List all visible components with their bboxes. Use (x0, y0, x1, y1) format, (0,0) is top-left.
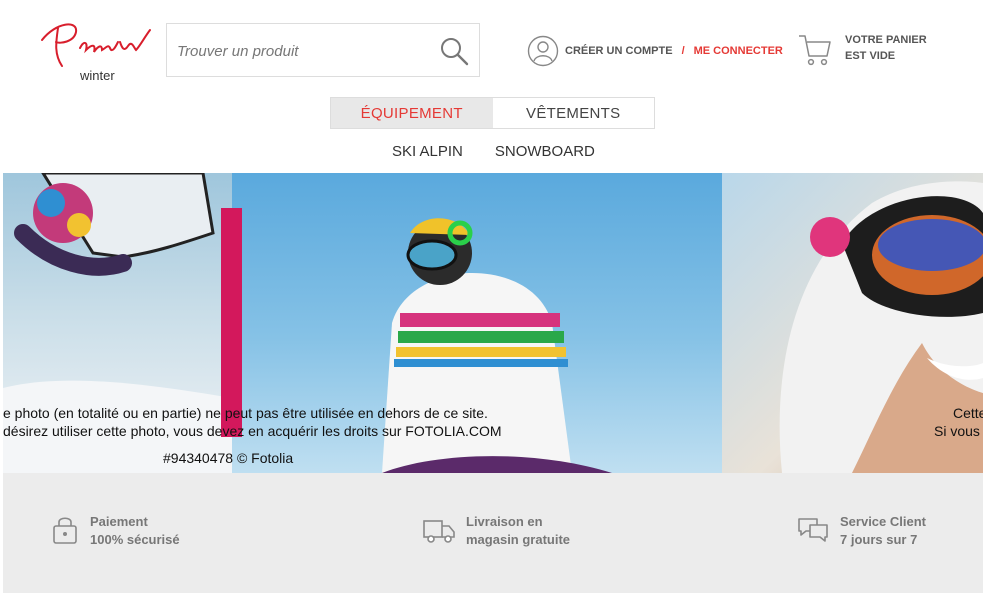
login-link[interactable]: ME CONNECTER (694, 45, 783, 57)
lock-icon (53, 517, 77, 544)
hero-banner[interactable]: e photo (en totalité ou en partie) ne pe… (3, 173, 983, 473)
search-input[interactable] (175, 38, 429, 64)
feature-service: Service Client 7 jours sur 7 (796, 513, 926, 549)
feature-payment: Paiement 100% sécurisé (50, 513, 180, 549)
search-box (166, 23, 480, 77)
cart-status-line2: EST VIDE (845, 50, 896, 62)
cart-widget[interactable]: VOTRE PANIER EST VIDE (797, 32, 927, 72)
feature-payment-line2: 100% sécurisé (90, 532, 180, 547)
watermark-id: #94340478 © Fotolia (163, 450, 294, 466)
accent-bar (221, 208, 242, 437)
subnav-snowboard[interactable]: SNOWBOARD (495, 143, 595, 160)
tab-vetements[interactable]: VÊTEMENTS (493, 98, 655, 128)
feature-delivery-line2: magasin gratuite (466, 532, 571, 547)
category-tabs: ÉQUIPEMENT VÊTEMENTS (330, 97, 655, 129)
cart-icon[interactable] (797, 32, 833, 68)
watermark-right-line1: Cette (953, 405, 983, 421)
sub-navigation: SKI ALPIN SNOWBOARD (392, 143, 595, 160)
user-icon[interactable] (527, 35, 559, 67)
watermark-line1: e photo (en totalité ou en partie) ne pe… (3, 405, 488, 421)
logo-subtitle: winter (80, 68, 115, 83)
subnav-ski-alpin[interactable]: SKI ALPIN (392, 143, 463, 160)
create-account-link[interactable]: CRÉER UN COMPTE (565, 45, 673, 57)
truck-icon (423, 520, 455, 543)
search-icon[interactable] (439, 36, 469, 66)
account-separator: / (681, 45, 685, 57)
cart-status-line1: VOTRE PANIER (845, 34, 927, 46)
features-strip: Paiement 100% sécurisé Livraison en maga… (3, 473, 983, 593)
watermark-line2: désirez utiliser cette photo, vous devez… (3, 423, 502, 439)
tab-equipement[interactable]: ÉQUIPEMENT (331, 98, 493, 128)
feature-service-line1: Service Client (840, 514, 926, 529)
feature-delivery: Livraison en magasin gratuite (422, 513, 570, 549)
feature-service-line2: 7 jours sur 7 (840, 532, 918, 547)
feature-delivery-line1: Livraison en (466, 514, 543, 529)
feature-payment-line1: Paiement (90, 514, 148, 529)
watermark-right-line2: Si vous (934, 423, 980, 439)
account-links: CRÉER UN COMPTE / ME CONNECTER (527, 34, 783, 68)
chat-icon (798, 518, 828, 542)
